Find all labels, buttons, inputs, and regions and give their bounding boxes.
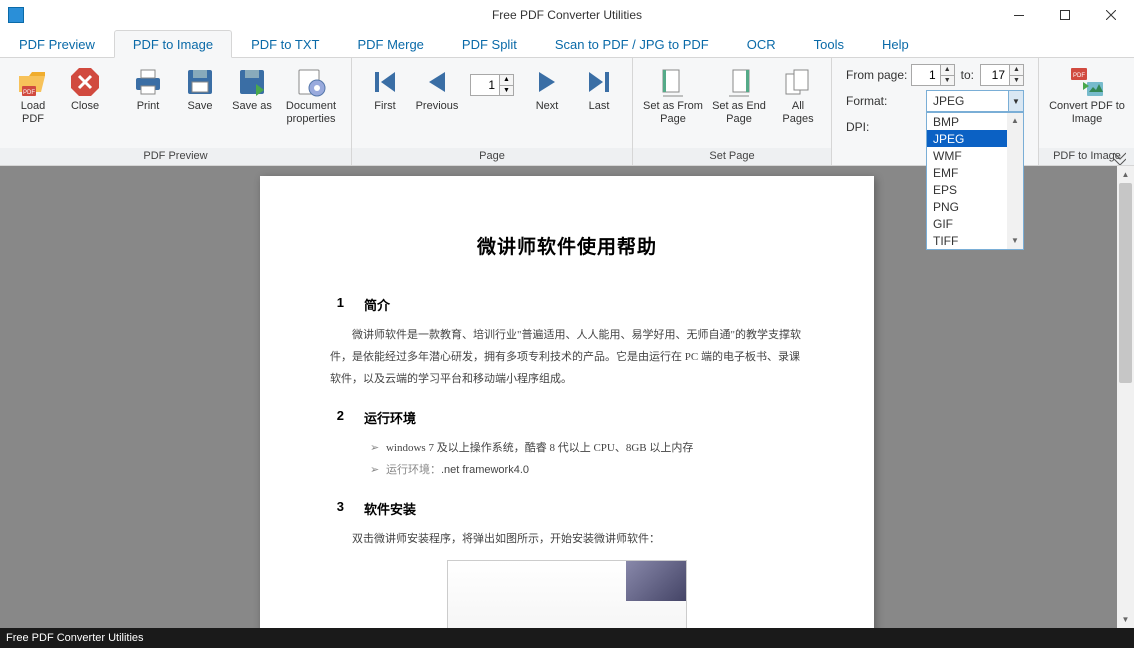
all-pages-button[interactable]: All Pages	[773, 64, 823, 127]
group-label: PDF Preview	[0, 148, 351, 165]
first-page-icon	[369, 66, 401, 98]
ribbon-expand-icon[interactable]	[1110, 75, 1130, 165]
tab-ocr[interactable]: OCR	[728, 30, 795, 57]
tab-pdf-to-image[interactable]: PDF to Image	[114, 30, 232, 58]
format-combobox[interactable]: JPEG ▼ BMP JPEG WMF EMF EPS PNG GIF TIFF…	[926, 90, 1024, 112]
tab-help[interactable]: Help	[863, 30, 928, 57]
window-title: Free PDF Converter Utilities	[0, 8, 1134, 22]
format-label: Format:	[846, 94, 926, 108]
group-pdf-preview: PDF Load PDF Close Print Save Save as	[0, 58, 352, 165]
ribbon: PDF Load PDF Close Print Save Save as	[0, 58, 1134, 166]
save-button[interactable]: Save	[175, 64, 225, 115]
floppy-icon	[184, 66, 216, 98]
status-bar: Free PDF Converter Utilities	[0, 628, 1134, 648]
next-page-icon	[531, 66, 563, 98]
from-page-label: From page:	[846, 68, 911, 82]
tab-pdf-merge[interactable]: PDF Merge	[338, 30, 442, 57]
svg-text:PDF: PDF	[23, 90, 35, 96]
menu-tabs: PDF Preview PDF to Image PDF to TXT PDF …	[0, 30, 1134, 58]
tab-pdf-split[interactable]: PDF Split	[443, 30, 536, 57]
doc-bullet: 运行环境：.net framework4.0	[370, 459, 804, 481]
app-icon	[8, 7, 24, 23]
status-text: Free PDF Converter Utilities	[6, 632, 144, 644]
from-page-input[interactable]: ▲▼	[911, 64, 955, 86]
prev-page-icon	[421, 66, 453, 98]
doc-embedded-image	[447, 560, 687, 628]
group-label: Set Page	[633, 148, 831, 165]
last-page-button[interactable]: Last	[574, 64, 624, 115]
doc-paragraph: 双击微讲师安装程序，将弹出如图所示，开始安装微讲师软件：	[330, 528, 804, 550]
doc-bullet: windows 7 及以上操作系统，酷睿 8 代以上 CPU、8GB 以上内存	[370, 437, 804, 459]
to-label: to:	[961, 68, 974, 82]
floppy-arrow-icon	[236, 66, 268, 98]
page-end-icon	[723, 66, 755, 98]
printer-icon	[132, 66, 164, 98]
doc-properties-button[interactable]: Document properties	[279, 64, 343, 127]
close-octagon-icon	[69, 66, 101, 98]
scroll-thumb[interactable]	[1119, 183, 1132, 383]
print-button[interactable]: Print	[123, 64, 173, 115]
chevron-down-icon[interactable]: ▼	[1008, 90, 1024, 112]
last-page-icon	[583, 66, 615, 98]
format-dropdown-list: BMP JPEG WMF EMF EPS PNG GIF TIFF ▲▼	[926, 112, 1024, 250]
doc-paragraph: 微讲师软件是一款教育、培训行业"普遍适用、人人能用、易学好用、无师自通"的教学支…	[330, 324, 804, 390]
title-bar: Free PDF Converter Utilities	[0, 0, 1134, 30]
doc-title: 微讲师软件使用帮助	[330, 232, 804, 259]
previous-page-button[interactable]: Previous	[412, 64, 462, 115]
to-page-input[interactable]: ▲▼	[980, 64, 1024, 86]
pdf-to-image-icon: PDF	[1071, 66, 1103, 98]
tab-pdf-to-txt[interactable]: PDF to TXT	[232, 30, 338, 57]
load-pdf-button[interactable]: PDF Load PDF	[8, 64, 58, 127]
minimize-button[interactable]	[996, 0, 1042, 30]
next-page-button[interactable]: Next	[522, 64, 572, 115]
dpi-label: DPI:	[846, 120, 926, 134]
set-end-page-button[interactable]: Set as End Page	[707, 64, 771, 127]
properties-icon	[295, 66, 327, 98]
group-page: First Previous ▲▼ Next Last Page	[352, 58, 633, 165]
scroll-down-icon[interactable]: ▼	[1117, 611, 1134, 628]
group-settings: From page: ▲▼ to: ▲▼ Format: JPEG	[832, 58, 1039, 165]
tab-tools[interactable]: Tools	[795, 30, 863, 57]
vertical-scrollbar[interactable]: ▲ ▼	[1117, 166, 1134, 628]
svg-text:PDF: PDF	[1073, 73, 1085, 79]
save-as-button[interactable]: Save as	[227, 64, 277, 115]
dropdown-scrollbar[interactable]: ▲▼	[1007, 113, 1023, 249]
group-set-page: Set as From Page Set as End Page All Pag…	[633, 58, 832, 165]
first-page-button[interactable]: First	[360, 64, 410, 115]
scroll-up-icon[interactable]: ▲	[1117, 166, 1134, 183]
pages-all-icon	[782, 66, 814, 98]
tab-pdf-preview[interactable]: PDF Preview	[0, 30, 114, 57]
tab-scan-to-pdf[interactable]: Scan to PDF / JPG to PDF	[536, 30, 728, 57]
folder-open-icon: PDF	[17, 66, 49, 98]
close-button[interactable]	[1088, 0, 1134, 30]
close-doc-button[interactable]: Close	[60, 64, 110, 115]
spin-down-icon[interactable]: ▼	[499, 86, 513, 96]
pdf-page: 微讲师软件使用帮助 1简介 微讲师软件是一款教育、培训行业"普遍适用、人人能用、…	[260, 176, 874, 628]
spin-up-icon[interactable]: ▲	[499, 75, 513, 86]
page-number-field[interactable]	[471, 75, 499, 95]
maximize-button[interactable]	[1042, 0, 1088, 30]
page-start-icon	[657, 66, 689, 98]
group-label: Page	[352, 148, 632, 165]
current-page-input[interactable]: ▲▼	[470, 74, 514, 96]
set-from-page-button[interactable]: Set as From Page	[641, 64, 705, 127]
